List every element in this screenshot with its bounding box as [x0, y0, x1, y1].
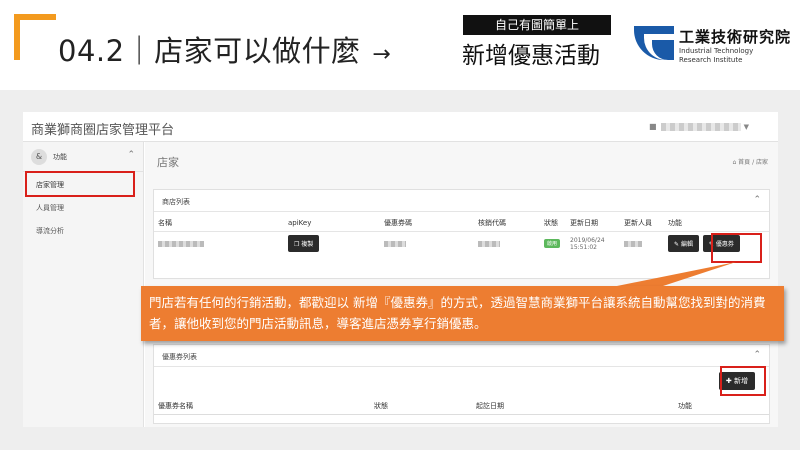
callout-pointer: [612, 262, 736, 287]
callout-box: 門店若有任何的行銷活動，都歡迎以 新增『優惠券』的方式，透過智慧商業獅平台讓系統…: [141, 286, 784, 341]
callout-text: 門店若有任何的行銷活動，都歡迎以 新增『優惠券』的方式，透過智慧商業獅平台讓系統…: [149, 295, 766, 331]
